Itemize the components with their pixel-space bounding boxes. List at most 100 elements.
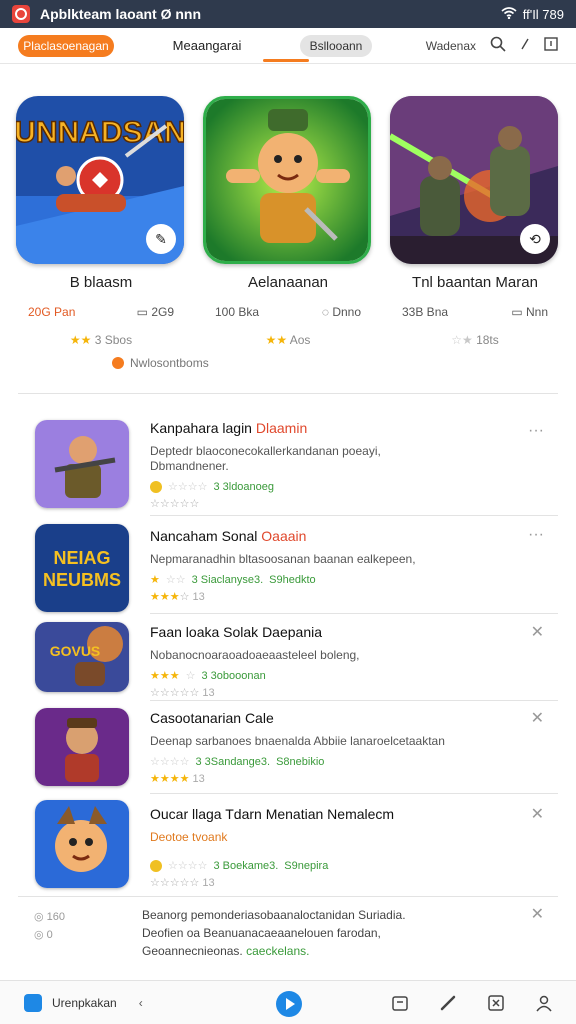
list-item-rating: ★★★★ 13 <box>150 773 205 785</box>
list-item[interactable]: GOVUS Faan loaka Solak Daepania Nobanocn… <box>0 620 576 700</box>
list-thumbnail[interactable]: GOVUS <box>35 622 129 692</box>
tab-tertiary[interactable]: Bsllooann <box>300 34 372 57</box>
wifi-icon <box>501 6 517 22</box>
app-icon <box>12 5 30 23</box>
list-item-title: Kanpahara lagin Dlaamin <box>150 420 308 436</box>
share-badge-icon[interactable]: ⟲ <box>520 224 550 254</box>
status-right-text: ff'Il 789 <box>522 6 564 22</box>
box-icon[interactable] <box>486 993 506 1013</box>
list-item-text: Faan loaka Solak Daepania Nobanocnoaraoa… <box>150 624 510 699</box>
featured-price: 20G Pan <box>28 305 76 319</box>
more-icon[interactable]: ··· <box>528 422 544 440</box>
edit-icon[interactable] <box>390 993 410 1013</box>
row-divider <box>150 515 558 516</box>
person-icon[interactable] <box>534 993 554 1013</box>
list-item-text: Kanpahara lagin Dlaamin Deptedr blaocone… <box>150 420 510 510</box>
featured-cover[interactable] <box>203 96 371 264</box>
featured-meta: 33B Bna ▭ Nnn <box>390 305 560 319</box>
close-icon[interactable]: ✕ <box>531 708 544 728</box>
status-bar: Apblkteam laoant Ø nnn ff'Il 789 <box>0 0 576 28</box>
list-item-title: Casootanarian Cale <box>150 710 274 726</box>
section-divider <box>18 393 558 394</box>
list-item-desc: Nobanocnoaraoadoaeaasteleel boleng, <box>150 648 360 662</box>
list-item[interactable]: Kanpahara lagin Dlaamin Deptedr blaocone… <box>0 418 576 514</box>
list-thumbnail[interactable]: NEIAG NEUBMS <box>35 524 129 612</box>
svg-text:NEIAG: NEIAG <box>53 548 110 568</box>
list-thumbnail[interactable] <box>35 800 129 888</box>
list-item[interactable]: Casootanarian Cale Deenap sarbanoes bnae… <box>0 706 576 792</box>
footer-text: Beanorg pemonderiasobaanaloctanidan Suri… <box>142 908 406 958</box>
list-item-title: Faan loaka Solak Daepania <box>150 624 323 640</box>
edit-badge-icon[interactable]: ✎ <box>146 224 176 254</box>
tab-right-label[interactable]: Wadenax <box>426 39 476 53</box>
row-divider <box>18 896 558 897</box>
featured-meta: 20G Pan ▭ 2G9 <box>16 305 186 319</box>
window-icon[interactable] <box>544 37 558 54</box>
list-item-rating: ☆☆☆☆☆ 13 <box>150 687 215 699</box>
list-item-rating: ☆☆☆☆☆ <box>150 498 200 510</box>
list-item-desc: Deenap sarbanoes bnaenalda Abbiie lanaro… <box>150 734 445 748</box>
list-item-desc: Nepmaranadhin bltasoosanan baanan ealkep… <box>150 552 416 566</box>
search-icon[interactable] <box>490 36 506 55</box>
row-divider <box>150 700 558 701</box>
status-right: ff'Il 789 <box>501 7 564 22</box>
tab-right-tools: Wadenax <box>426 36 558 55</box>
list-item[interactable]: NEIAG NEUBMS Nancaham Sonal Oaaain Nepmar… <box>0 522 576 612</box>
featured-title: B blaasm <box>69 274 133 291</box>
play-icon[interactable] <box>276 991 302 1017</box>
featured-cover[interactable]: UNNADSAN ✎ <box>16 96 184 264</box>
list-item[interactable]: Oucar llaga Tdarn Menatian Nemalecm Deot… <box>0 800 576 892</box>
list-thumbnail[interactable] <box>35 708 129 786</box>
featured-price: 100 Bka <box>215 305 260 319</box>
list-item-stats: ★★★ ☆ 3 3obooonan <box>150 669 266 683</box>
list-item-desc: Deptedr blaoconecokallerkandanan poeayi,… <box>150 444 381 473</box>
tab-indicator <box>263 59 309 62</box>
list-thumbnail[interactable] <box>35 420 129 508</box>
featured-card[interactable]: ⟲ Tnl baantan Maran 33B Bna ▭ Nnn ☆★ 18t… <box>390 96 560 347</box>
list-item-rating: ☆☆☆☆☆ 13 <box>150 877 215 889</box>
more-icon[interactable]: ··· <box>528 526 544 544</box>
close-icon[interactable]: ✕ <box>531 904 544 924</box>
bottom-bar: Urenpkakan ‹ <box>0 980 576 1024</box>
list-item-stats: ☆☆☆☆ 3 3Sandange3. S8nebikio <box>150 755 325 769</box>
bottom-tools <box>390 993 554 1013</box>
list-item-title: Oucar llaga Tdarn Menatian Nemalecm <box>150 806 395 822</box>
info-icon <box>112 357 124 369</box>
coin-icon <box>150 859 162 872</box>
status-title: Apblkteam laoant Ø nnn <box>40 6 202 22</box>
featured-stat: ◌ Dnno <box>321 305 361 319</box>
row-divider <box>150 793 558 794</box>
featured-rating: ★★ Aos <box>265 333 311 347</box>
featured-stat: ▭ 2G9 <box>136 305 174 319</box>
bottom-label[interactable]: Urenpkakan <box>52 996 117 1010</box>
featured-rating: ☆★ 18ts <box>451 333 499 347</box>
footer-block: ◎ 160 ◎ 0 Beanorg pemonderiasobaanalocta… <box>0 904 576 964</box>
list-item-text: Nancaham Sonal Oaaain Nepmaranadhin blta… <box>150 528 510 603</box>
list-item-stats: ☆☆☆☆ 3 Boekame3. S9nepira <box>150 859 510 872</box>
svg-text:GOVUS: GOVUS <box>50 643 101 659</box>
close-icon[interactable]: ✕ <box>531 804 544 824</box>
list-item-title: Nancaham Sonal Oaaain <box>150 528 307 544</box>
tab-primary[interactable]: Placlasoenagan <box>18 34 114 57</box>
list-item-text: Casootanarian Cale Deenap sarbanoes bnae… <box>150 710 510 785</box>
featured-meta: 100 Bka ◌ Dnno <box>203 305 373 319</box>
featured-card[interactable]: UNNADSAN ✎ B blaasm 20G Pan ▭ 2G9 ★★ 3 S… <box>16 96 186 347</box>
footer-left: ◎ 160 ◎ 0 <box>34 911 66 941</box>
close-icon[interactable]: ✕ <box>531 622 544 642</box>
filter-icon[interactable] <box>520 37 530 54</box>
featured-rating: ★★ 3 Sbos <box>69 333 133 347</box>
featured-note[interactable]: Nwlosontboms <box>112 356 209 370</box>
chevron-icon[interactable]: ‹ <box>139 996 143 1010</box>
list-item-rating: ★★★☆ 13 <box>150 591 205 603</box>
home-icon[interactable] <box>24 993 42 1012</box>
row-divider <box>150 613 558 614</box>
featured-cover[interactable]: ⟲ <box>390 96 558 264</box>
tab-secondary[interactable]: Meaangarai <box>152 35 262 57</box>
featured-title: Aelanaanan <box>247 274 329 291</box>
list-item-stats: ★ ☆☆ 3 Siaclanyse3. S9hedkto <box>150 573 316 587</box>
featured-card[interactable]: Aelanaanan 100 Bka ◌ Dnno ★★ Aos <box>203 96 373 347</box>
link-icon[interactable] <box>438 993 458 1013</box>
featured-stat: ▭ Nnn <box>511 305 548 319</box>
list-item-text: Oucar llaga Tdarn Menatian Nemalecm Deot… <box>150 806 510 889</box>
featured-title: Tnl baantan Maran <box>412 274 538 291</box>
